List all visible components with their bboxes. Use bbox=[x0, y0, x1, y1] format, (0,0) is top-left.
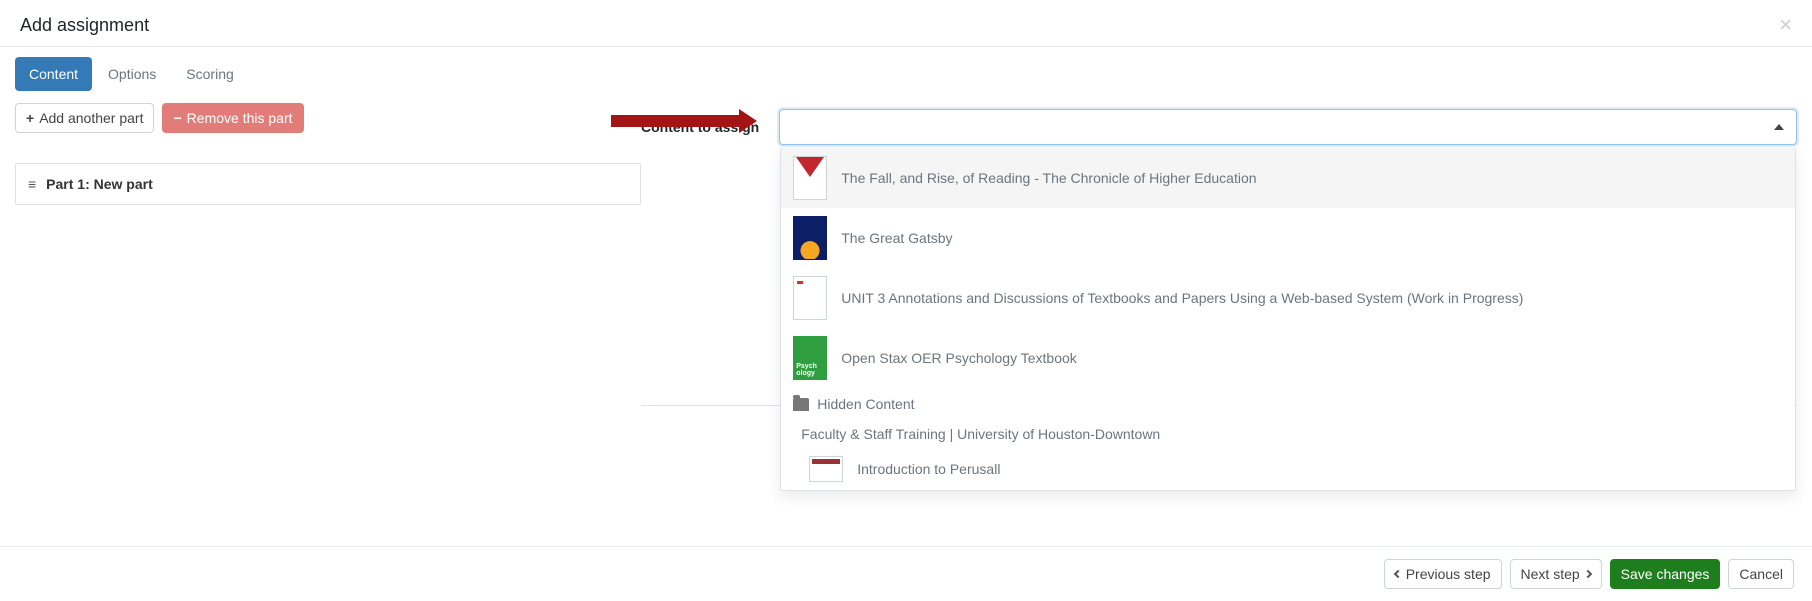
left-column: Content Options Scoring + Add another pa… bbox=[15, 57, 641, 406]
thumbnail-icon bbox=[793, 276, 827, 320]
part-card[interactable]: ≡ Part 1: New part bbox=[15, 163, 641, 205]
save-changes-button[interactable]: Save changes bbox=[1610, 559, 1721, 589]
cancel-button[interactable]: Cancel bbox=[1728, 559, 1794, 589]
modal-title: Add assignment bbox=[20, 15, 149, 36]
plus-icon: + bbox=[26, 110, 34, 126]
part-label: Part 1: New part bbox=[46, 176, 153, 192]
previous-step-button[interactable]: Previous step bbox=[1384, 559, 1502, 589]
tab-options[interactable]: Options bbox=[94, 57, 170, 91]
minus-icon: − bbox=[173, 110, 181, 126]
cancel-label: Cancel bbox=[1739, 566, 1783, 582]
dropdown-option[interactable]: UNIT 3 Annotations and Discussions of Te… bbox=[781, 268, 1795, 328]
right-column: Content to assign The Fall, and Rise, of… bbox=[641, 57, 1797, 406]
add-part-label: Add another part bbox=[39, 110, 143, 126]
folder-icon bbox=[793, 398, 809, 411]
folder-label: Hidden Content bbox=[817, 396, 914, 412]
close-icon[interactable]: × bbox=[1779, 12, 1792, 38]
remove-part-label: Remove this part bbox=[187, 110, 293, 126]
next-step-label: Next step bbox=[1521, 566, 1580, 582]
chevron-right-icon bbox=[1583, 570, 1591, 578]
drag-handle-icon[interactable]: ≡ bbox=[28, 176, 36, 192]
caret-up-icon bbox=[1774, 124, 1784, 130]
thumbnail-icon bbox=[793, 156, 827, 200]
dropdown-option[interactable]: Open Stax OER Psychology Textbook bbox=[781, 328, 1795, 388]
dropdown-group-heading: Faculty & Staff Training | University of… bbox=[781, 420, 1795, 448]
dropdown-folder[interactable]: Hidden Content bbox=[781, 388, 1795, 420]
thumbnail-icon bbox=[793, 336, 827, 380]
chevron-left-icon bbox=[1393, 570, 1401, 578]
annotation-arrow-content bbox=[611, 115, 741, 127]
dropdown-option[interactable]: The Great Gatsby bbox=[781, 208, 1795, 268]
option-label: The Great Gatsby bbox=[841, 230, 952, 246]
modal-footer: Previous step Next step Save changes Can… bbox=[0, 546, 1812, 601]
tab-scoring[interactable]: Scoring bbox=[172, 57, 247, 91]
option-label: Open Stax OER Psychology Textbook bbox=[841, 350, 1077, 366]
dropdown-option[interactable]: Introduction to Perusall bbox=[781, 448, 1795, 490]
next-step-button[interactable]: Next step bbox=[1510, 559, 1602, 589]
content-assign-select[interactable]: The Fall, and Rise, of Reading - The Chr… bbox=[779, 109, 1797, 145]
content-assign-dropdown: The Fall, and Rise, of Reading - The Chr… bbox=[780, 148, 1796, 491]
dropdown-option[interactable]: The Fall, and Rise, of Reading - The Chr… bbox=[781, 148, 1795, 208]
option-label: UNIT 3 Annotations and Discussions of Te… bbox=[841, 290, 1523, 306]
remove-part-button[interactable]: − Remove this part bbox=[162, 103, 303, 133]
tab-content[interactable]: Content bbox=[15, 57, 92, 91]
tabs: Content Options Scoring bbox=[15, 57, 641, 91]
option-label: Introduction to Perusall bbox=[857, 461, 1000, 477]
thumbnail-icon bbox=[793, 216, 827, 260]
add-assignment-modal: Add assignment × Content Options Scoring… bbox=[0, 0, 1812, 601]
option-label: The Fall, and Rise, of Reading - The Chr… bbox=[841, 170, 1256, 186]
modal-header: Add assignment × bbox=[0, 0, 1812, 47]
save-changes-label: Save changes bbox=[1621, 566, 1710, 582]
add-part-button[interactable]: + Add another part bbox=[15, 103, 154, 133]
thumbnail-icon bbox=[809, 456, 843, 482]
previous-step-label: Previous step bbox=[1406, 566, 1491, 582]
